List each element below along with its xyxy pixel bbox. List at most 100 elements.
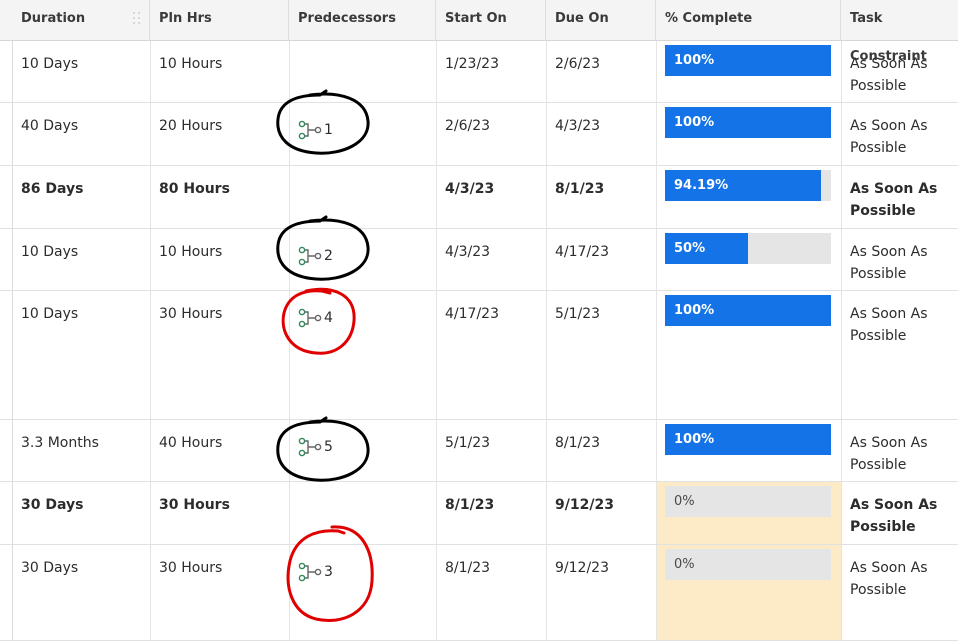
pln-hrs-text: 30 Hours bbox=[159, 560, 223, 576]
column-header-pct-complete[interactable]: % Complete bbox=[657, 0, 841, 40]
cell-pln-hrs[interactable]: 30 Hours bbox=[151, 482, 290, 544]
predecessor-link[interactable]: 1 bbox=[298, 119, 333, 141]
cell-due-on[interactable]: 9/12/23 bbox=[547, 482, 657, 544]
cell-duration[interactable]: 30 Days bbox=[13, 482, 151, 544]
cell-duration[interactable]: 10 Days bbox=[13, 229, 151, 290]
cell-duration[interactable]: 10 Days bbox=[13, 291, 151, 419]
column-header-pln-hrs[interactable]: Pln Hrs bbox=[151, 0, 289, 40]
cell-percent-complete[interactable]: 0% bbox=[657, 482, 842, 544]
cell-predecessors[interactable] bbox=[290, 41, 437, 102]
cell-task-constraint[interactable]: As Soon As Possible bbox=[842, 166, 958, 228]
cell-start-on[interactable]: 5/1/23 bbox=[437, 420, 547, 481]
table-row[interactable]: 86 Days 80 Hours 4/3/23 8/1/23 94.19% As Soon… bbox=[0, 166, 958, 229]
predecessor-link-icon bbox=[298, 308, 322, 328]
cell-start-on[interactable]: 4/3/23 bbox=[437, 229, 547, 290]
cell-predecessors[interactable]: 1 bbox=[290, 103, 437, 165]
predecessor-number: 5 bbox=[324, 439, 333, 455]
predecessor-link-icon bbox=[298, 246, 322, 266]
cell-due-on[interactable]: 5/1/23 bbox=[547, 291, 657, 419]
cell-percent-complete[interactable]: 100% bbox=[657, 291, 842, 419]
table-row[interactable]: 3.3 Months 40 Hours 5 5/1/23 8/1/23 100% As So… bbox=[0, 416, 958, 482]
cell-predecessors[interactable]: 4 bbox=[290, 291, 437, 419]
table-row[interactable]: 40 Days 20 Hours 1 2/6/23 4/3/23 100% As Soon … bbox=[0, 89, 958, 166]
cell-pln-hrs[interactable]: 80 Hours bbox=[151, 166, 290, 228]
constraint-text: As Soon As Possible bbox=[850, 118, 928, 156]
cell-start-on[interactable]: 8/1/23 bbox=[437, 545, 547, 640]
cell-task-constraint[interactable]: As Soon As Possible bbox=[842, 103, 958, 165]
cell-start-on[interactable]: 2/6/23 bbox=[437, 103, 547, 165]
cell-start-on[interactable]: 4/3/23 bbox=[437, 166, 547, 228]
cell-start-on[interactable]: 8/1/23 bbox=[437, 482, 547, 544]
constraint-text: As Soon As Possible bbox=[850, 497, 938, 535]
column-header-task-constraint[interactable]: Task Constraint bbox=[842, 0, 958, 64]
column-grip-icon[interactable] bbox=[133, 12, 141, 26]
table-row[interactable]: 30 Days 30 Hours 8/1/23 9/12/23 0% As Soon As… bbox=[0, 482, 958, 545]
progress-bar[interactable]: 94.19% bbox=[665, 170, 831, 201]
cell-task-constraint[interactable]: As Soon As Possible bbox=[842, 229, 958, 290]
cell-due-on[interactable]: 9/12/23 bbox=[547, 545, 657, 640]
cell-pln-hrs[interactable]: 30 Hours bbox=[151, 545, 290, 640]
progress-bar[interactable]: 0% bbox=[665, 549, 831, 580]
progress-label: 100% bbox=[674, 115, 715, 130]
progress-bar[interactable]: 100% bbox=[665, 107, 831, 138]
cell-pln-hrs[interactable]: 20 Hours bbox=[151, 103, 290, 165]
cell-due-on[interactable]: 4/17/23 bbox=[547, 229, 657, 290]
progress-bar[interactable]: 100% bbox=[665, 424, 831, 455]
table-row[interactable]: 30 Days 30 Hours 3 8/1/23 9/12/23 0% As Soon A… bbox=[0, 525, 958, 641]
cell-task-constraint[interactable]: As Soon As Possible bbox=[842, 545, 958, 640]
constraint-text: As Soon As Possible bbox=[850, 244, 928, 282]
cell-duration[interactable]: 10 Days bbox=[13, 41, 151, 102]
progress-bar[interactable]: 0% bbox=[665, 486, 831, 517]
progress-bar[interactable]: 100% bbox=[665, 45, 831, 76]
table-row[interactable]: 10 Days 10 Hours 2 4/3/23 4/17/23 50% As Soon … bbox=[0, 215, 958, 291]
predecessor-link[interactable]: 5 bbox=[298, 436, 333, 458]
cell-pln-hrs[interactable]: 10 Hours bbox=[151, 41, 290, 102]
due-date-text: 2/6/23 bbox=[555, 56, 601, 72]
column-header-duration[interactable]: Duration bbox=[13, 0, 150, 40]
cell-predecessors[interactable]: 3 bbox=[290, 545, 437, 640]
cell-due-on[interactable]: 2/6/23 bbox=[547, 41, 657, 102]
table-row[interactable]: 10 Days 10 Hours 1/23/23 2/6/23 100% As Soon … bbox=[0, 41, 958, 103]
cell-percent-complete[interactable]: 100% bbox=[657, 41, 842, 102]
cell-due-on[interactable]: 8/1/23 bbox=[547, 166, 657, 228]
cell-pln-hrs[interactable]: 30 Hours bbox=[151, 291, 290, 419]
cell-due-on[interactable]: 8/1/23 bbox=[547, 420, 657, 481]
cell-pln-hrs[interactable]: 40 Hours bbox=[151, 420, 290, 481]
duration-text: 10 Days bbox=[21, 56, 79, 72]
cell-percent-complete[interactable]: 100% bbox=[657, 420, 842, 481]
cell-percent-complete[interactable]: 0% bbox=[657, 545, 842, 640]
cell-percent-complete[interactable]: 100% bbox=[657, 103, 842, 165]
cell-task-constraint[interactable]: As Soon As Possible bbox=[842, 420, 958, 481]
predecessor-link[interactable]: 4 bbox=[298, 307, 333, 329]
column-header-start-on[interactable]: Start On bbox=[437, 0, 546, 40]
cell-task-constraint[interactable]: As Soon As Possible bbox=[842, 41, 958, 102]
start-date-text: 2/6/23 bbox=[445, 118, 491, 134]
cell-predecessors[interactable] bbox=[290, 482, 437, 544]
progress-bar[interactable]: 100% bbox=[665, 295, 831, 326]
cell-due-on[interactable]: 4/3/23 bbox=[547, 103, 657, 165]
cell-task-constraint[interactable]: As Soon As Possible bbox=[842, 482, 958, 544]
cell-percent-complete[interactable]: 94.19% bbox=[657, 166, 842, 228]
start-date-text: 1/23/23 bbox=[445, 56, 499, 72]
cell-percent-complete[interactable]: 50% bbox=[657, 229, 842, 290]
cell-predecessors[interactable]: 2 bbox=[290, 229, 437, 290]
progress-label: 0% bbox=[674, 494, 695, 509]
predecessor-link[interactable]: 3 bbox=[298, 561, 333, 583]
due-date-text: 4/17/23 bbox=[555, 244, 609, 260]
cell-predecessors[interactable]: 5 bbox=[290, 420, 437, 481]
predecessor-number: 4 bbox=[324, 310, 333, 326]
predecessor-link[interactable]: 2 bbox=[298, 245, 333, 267]
progress-bar[interactable]: 50% bbox=[665, 233, 831, 264]
cell-pln-hrs[interactable]: 10 Hours bbox=[151, 229, 290, 290]
cell-duration[interactable]: 40 Days bbox=[13, 103, 151, 165]
table-row[interactable]: 10 Days 30 Hours 4 4/17/23 5/1/23 100% As Soon… bbox=[0, 287, 958, 420]
cell-duration[interactable]: 3.3 Months bbox=[13, 420, 151, 481]
cell-start-on[interactable]: 4/17/23 bbox=[437, 291, 547, 419]
cell-task-constraint[interactable]: As Soon As Possible bbox=[842, 291, 958, 419]
column-header-predecessors[interactable]: Predecessors bbox=[290, 0, 436, 40]
cell-duration[interactable]: 86 Days bbox=[13, 166, 151, 228]
cell-predecessors[interactable] bbox=[290, 166, 437, 228]
cell-start-on[interactable]: 1/23/23 bbox=[437, 41, 547, 102]
column-header-due-on[interactable]: Due On bbox=[547, 0, 656, 40]
cell-duration[interactable]: 30 Days bbox=[13, 545, 151, 640]
